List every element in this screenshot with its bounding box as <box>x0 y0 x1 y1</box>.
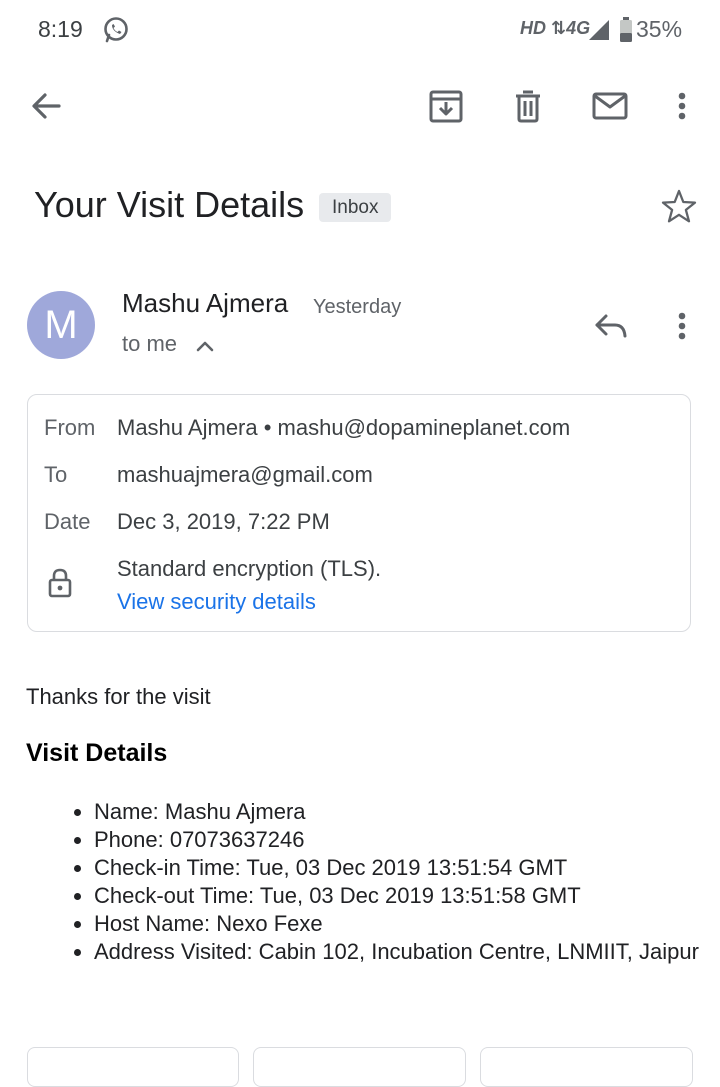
email-subject: Your Visit Details <box>34 184 305 225</box>
date-label: Date <box>44 509 91 534</box>
whatsapp-icon <box>102 16 130 44</box>
inbox-label-chip[interactable]: Inbox <box>319 193 392 222</box>
archive-icon[interactable] <box>426 86 466 126</box>
forward-button[interactable] <box>480 1047 693 1087</box>
reply-button[interactable] <box>27 1047 239 1087</box>
chevron-up-icon[interactable] <box>193 334 217 358</box>
recipient-summary[interactable]: to me <box>122 331 177 357</box>
from-value: Mashu Ajmera • mashu@dopamineplanet.com <box>117 415 571 440</box>
list-item: Phone: 07073637246 <box>94 826 714 854</box>
reply-icon[interactable] <box>591 306 631 346</box>
battery-icon <box>619 17 633 43</box>
signal-icon <box>588 19 610 41</box>
lock-icon <box>47 568 73 598</box>
message-intro: Thanks for the visit <box>26 684 211 709</box>
sender-avatar[interactable]: M <box>27 291 95 359</box>
received-time: Yesterday <box>313 296 402 318</box>
to-value: mashuajmera@gmail.com <box>117 462 373 487</box>
list-item: Host Name: Nexo Fexe <box>94 910 714 938</box>
to-label: To <box>44 462 68 487</box>
visit-details-list: Name: Mashu Ajmera Phone: 07073637246 Ch… <box>50 798 714 966</box>
star-icon[interactable] <box>659 187 699 227</box>
sender-name: Mashu Ajmera <box>122 288 289 318</box>
list-item: Check-out Time: Tue, 03 Dec 2019 13:51:5… <box>94 882 714 910</box>
message-more-vert-icon[interactable] <box>662 306 702 346</box>
encryption-status: Standard encryption (TLS). <box>117 556 382 581</box>
network-indicator: HD ⇅4G <box>520 18 591 38</box>
delete-icon[interactable] <box>508 86 548 126</box>
battery-percentage: 35% <box>636 16 683 42</box>
list-item: Name: Mashu Ajmera <box>94 798 714 826</box>
back-arrow-icon[interactable] <box>26 86 66 126</box>
mark-unread-icon[interactable] <box>590 86 630 126</box>
list-item: Address Visited: Cabin 102, Incubation C… <box>94 938 714 966</box>
more-vert-icon[interactable] <box>662 86 702 126</box>
list-item: Check-in Time: Tue, 03 Dec 2019 13:51:54… <box>94 854 714 882</box>
reply-all-button[interactable] <box>253 1047 466 1087</box>
date-value: Dec 3, 2019, 7:22 PM <box>117 509 330 534</box>
status-time: 8:19 <box>38 16 83 42</box>
visit-details-heading: Visit Details <box>26 739 168 767</box>
view-security-details-link[interactable]: View security details <box>117 589 316 615</box>
from-label: From <box>44 415 96 440</box>
